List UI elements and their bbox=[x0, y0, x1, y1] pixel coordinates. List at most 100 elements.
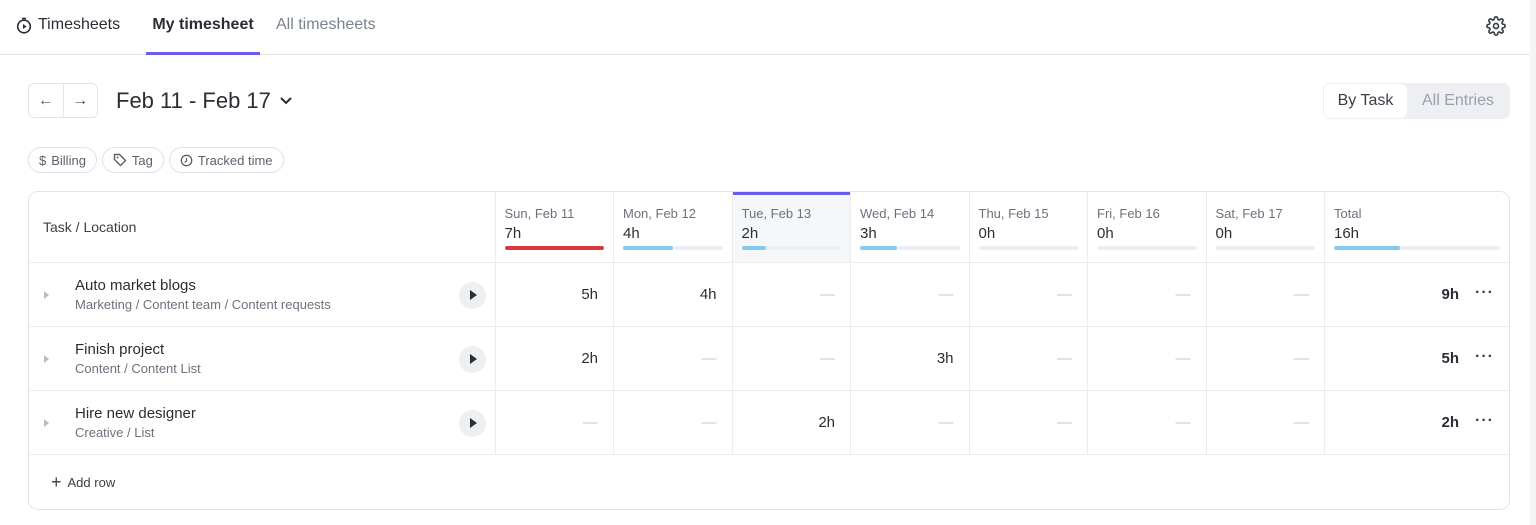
clock-icon bbox=[180, 154, 193, 166]
total-progress-bar bbox=[1334, 245, 1500, 250]
expand-caret-icon[interactable] bbox=[44, 418, 49, 427]
play-timer-button[interactable] bbox=[458, 409, 486, 437]
day-label: Thu, Feb 15 bbox=[978, 205, 1049, 221]
time-cell[interactable]: 2h bbox=[732, 390, 851, 455]
chevron-down-icon bbox=[280, 97, 292, 105]
day-header: Tue, Feb 13 2h bbox=[732, 192, 851, 263]
day-progress-bar bbox=[1097, 245, 1197, 250]
day-progress-bar bbox=[504, 245, 604, 250]
date-range-picker[interactable]: Feb 11 - Feb 17 bbox=[116, 88, 293, 114]
time-cell[interactable]: — bbox=[969, 326, 1088, 391]
task-name[interactable]: Finish project bbox=[75, 341, 495, 358]
table-row: Finish project Content / Content List 2h — —… bbox=[29, 326, 1509, 391]
tab-my-timesheet[interactable]: My timesheet bbox=[146, 16, 260, 55]
by-task-button[interactable]: By Task bbox=[1324, 84, 1407, 118]
week-nav: ← → bbox=[28, 83, 98, 118]
add-row-button[interactable]: + Add row bbox=[29, 455, 1509, 510]
time-cell[interactable]: — bbox=[1206, 326, 1325, 391]
day-total: 2h bbox=[741, 224, 759, 242]
expand-caret-icon[interactable] bbox=[44, 290, 49, 299]
scroll-edge bbox=[1530, 0, 1536, 525]
day-total: 7h bbox=[504, 224, 522, 242]
day-label: Fri, Feb 16 bbox=[1097, 205, 1160, 221]
row-total: 2h ··· bbox=[1324, 390, 1509, 455]
time-cell[interactable]: 4h bbox=[613, 262, 733, 327]
task-location: Content / Content List bbox=[75, 360, 201, 376]
table-row: Auto market blogs Marketing / Content tea… bbox=[29, 262, 1509, 327]
time-cell[interactable]: — bbox=[969, 390, 1088, 455]
date-range: Feb 11 - Feb 17 bbox=[116, 88, 271, 113]
tracked-time-filter[interactable]: Tracked time bbox=[168, 147, 284, 173]
day-header: Thu, Feb 15 0h bbox=[969, 192, 1088, 263]
timesheet-table: Task / Location Sun, Feb 11 7h Mon, Feb 12… bbox=[28, 191, 1510, 510]
stopwatch-icon bbox=[16, 17, 32, 34]
day-label: Mon, Feb 12 bbox=[623, 205, 696, 221]
total-label: Total bbox=[1334, 205, 1362, 221]
time-cell[interactable]: — bbox=[613, 326, 733, 391]
time-cell[interactable]: — bbox=[1087, 326, 1207, 391]
play-timer-button[interactable] bbox=[458, 281, 486, 309]
all-entries-button[interactable]: All Entries bbox=[1407, 84, 1509, 118]
day-label: Sun, Feb 11 bbox=[504, 205, 575, 221]
time-cell[interactable]: — bbox=[732, 326, 851, 391]
task-name[interactable]: Auto market blogs bbox=[75, 277, 495, 294]
tag-icon bbox=[113, 153, 127, 167]
day-total: 3h bbox=[860, 224, 877, 242]
day-header: Fri, Feb 16 0h bbox=[1087, 192, 1207, 263]
task-location: Marketing / Content team / Content reque… bbox=[75, 296, 331, 312]
play-icon bbox=[469, 418, 477, 428]
time-cell[interactable]: — bbox=[495, 390, 614, 455]
billing-filter[interactable]: $ Billing bbox=[28, 147, 97, 173]
time-cell[interactable]: 5h bbox=[495, 262, 614, 327]
expand-caret-icon[interactable] bbox=[44, 354, 49, 363]
tag-filter[interactable]: Tag bbox=[101, 147, 164, 173]
dollar-icon: $ bbox=[39, 152, 47, 168]
top-bar: Timesheets My timesheet All timesheets bbox=[0, 0, 1530, 55]
day-total: 4h bbox=[623, 224, 640, 242]
day-progress-bar bbox=[1215, 245, 1315, 250]
more-options-icon[interactable]: ··· bbox=[1475, 412, 1494, 430]
play-timer-button[interactable] bbox=[458, 345, 486, 373]
table-row: Hire new designer Creative / List — —2h — — — —… bbox=[29, 390, 1509, 455]
task-cell: Auto market blogs Marketing / Content tea… bbox=[29, 262, 496, 327]
time-cell[interactable]: 2h bbox=[495, 326, 614, 391]
time-cell[interactable]: — bbox=[850, 262, 970, 327]
tab-all-timesheets[interactable]: All timesheets bbox=[276, 16, 376, 54]
day-progress-bar bbox=[623, 245, 723, 250]
task-location: Creative / List bbox=[75, 424, 155, 440]
time-cell[interactable]: — bbox=[1087, 262, 1207, 327]
time-cell[interactable]: — bbox=[1206, 390, 1325, 455]
day-header: Wed, Feb 14 3h bbox=[850, 192, 970, 263]
arrow-left-icon: ← bbox=[37, 91, 54, 109]
day-progress-bar bbox=[741, 245, 841, 250]
filter-chips: $ Billing Tag Tracked time bbox=[28, 147, 284, 173]
more-options-icon[interactable]: ··· bbox=[1475, 284, 1494, 302]
more-options-icon[interactable]: ··· bbox=[1475, 348, 1494, 366]
time-cell[interactable]: — bbox=[1087, 390, 1207, 455]
plus-icon: + bbox=[51, 471, 62, 492]
time-cell[interactable]: — bbox=[969, 262, 1088, 327]
day-label: Tue, Feb 13 bbox=[741, 205, 812, 221]
day-progress-bar bbox=[978, 245, 1078, 250]
day-header: Mon, Feb 12 4h bbox=[613, 192, 733, 263]
time-cell[interactable]: — bbox=[732, 262, 851, 327]
day-header: Sun, Feb 11 7h bbox=[495, 192, 614, 263]
prev-week-button[interactable]: ← bbox=[29, 84, 64, 117]
time-cell[interactable]: — bbox=[613, 390, 733, 455]
day-header: Sat, Feb 17 0h bbox=[1206, 192, 1325, 263]
task-name[interactable]: Hire new designer bbox=[75, 405, 495, 422]
time-cell[interactable]: — bbox=[1206, 262, 1325, 327]
play-icon bbox=[469, 354, 477, 364]
next-week-button[interactable]: → bbox=[64, 84, 98, 117]
time-cell[interactable]: — bbox=[850, 390, 970, 455]
row-total: 9h ··· bbox=[1324, 262, 1509, 327]
arrow-right-icon: → bbox=[72, 91, 89, 109]
time-cell[interactable]: 3h bbox=[850, 326, 970, 391]
day-label: Wed, Feb 14 bbox=[860, 205, 935, 221]
app-title[interactable]: Timesheets bbox=[16, 16, 120, 34]
task-cell: Hire new designer Creative / List bbox=[29, 390, 496, 455]
day-progress-bar bbox=[860, 245, 960, 250]
row-total: 5h ··· bbox=[1324, 326, 1509, 391]
total-header: Total 16h bbox=[1324, 192, 1509, 263]
gear-icon[interactable] bbox=[1486, 16, 1506, 41]
